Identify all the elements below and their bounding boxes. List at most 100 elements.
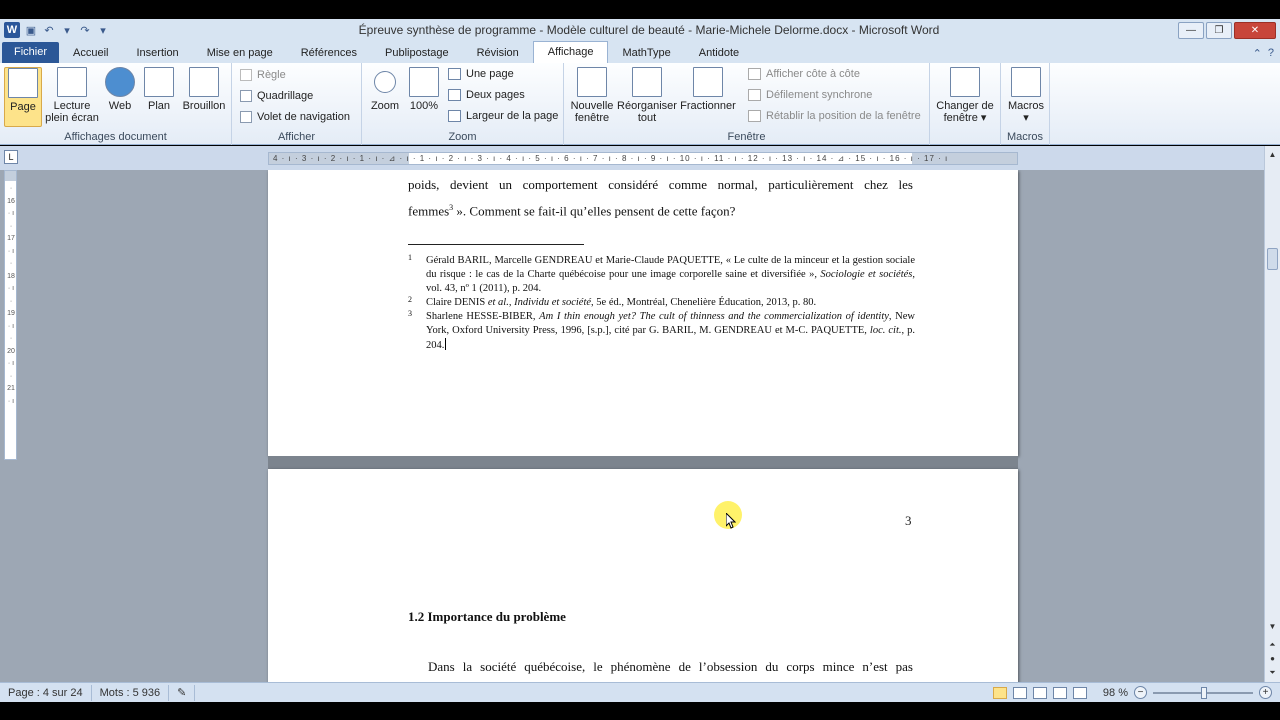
previous-page-icon[interactable]: ⏶ (1266, 638, 1279, 652)
undo-icon[interactable]: ↶ (42, 23, 56, 37)
document-area: · 16 · ı · 17 · ı · 18 · ı · 19 · ı · 20… (0, 170, 1264, 682)
gridlines-checkbox[interactable]: Quadrillage (240, 90, 313, 102)
text-cursor (445, 338, 447, 350)
group-label: Affichages document (64, 131, 167, 143)
next-page-icon[interactable]: ⏷ (1266, 666, 1279, 680)
ribbon-tabs: Fichier Accueil Insertion Mise en page R… (0, 41, 1280, 63)
ruler-marks: 4 · ı · 3 · ı · 2 · ı · 1 · ı · ⊿ · ı · … (273, 154, 949, 163)
section-heading: 1.2 Importance du problème (408, 609, 566, 624)
mouse-pointer-icon (726, 513, 736, 529)
page-view-button[interactable]: Page (4, 67, 42, 127)
full-screen-view-icon[interactable] (1012, 686, 1027, 699)
word-logo-icon[interactable]: W (4, 22, 20, 38)
print-layout-view-icon[interactable] (992, 686, 1007, 699)
new-window-button[interactable]: Nouvelle fenêtre (568, 67, 616, 124)
draft-view-button[interactable]: Brouillon (180, 67, 228, 112)
side-by-side-icon (748, 68, 761, 80)
footnote: 1 Gérald BARIL, Marcelle GENDREAU et Mar… (408, 253, 915, 294)
tab-mathtype[interactable]: MathType (608, 43, 684, 63)
scroll-thumb[interactable] (1267, 248, 1278, 270)
arrange-all-icon (632, 67, 662, 97)
minimize-ribbon-icon[interactable]: ⌃ (1253, 47, 1262, 60)
tab-insertion[interactable]: Insertion (122, 43, 192, 63)
reading-view-button[interactable]: Lecture plein écran (44, 67, 100, 124)
body-text-line: poids, devient un comportement considéré… (408, 177, 913, 192)
tab-revision[interactable]: Révision (463, 43, 533, 63)
side-by-side-button[interactable]: Afficher côte à côte (748, 68, 860, 80)
one-page-button[interactable]: Une page (448, 68, 514, 80)
tab-accueil[interactable]: Accueil (59, 43, 122, 63)
group-affichages-document: Page Lecture plein écran Web Plan Brouil… (0, 63, 232, 145)
outline-view-icon[interactable] (1052, 686, 1067, 699)
tab-mise-en-page[interactable]: Mise en page (193, 43, 287, 63)
zoom-slider-knob[interactable] (1201, 686, 1207, 699)
minimize-button[interactable]: — (1178, 21, 1204, 39)
page-width-icon (448, 110, 461, 122)
two-pages-button[interactable]: Deux pages (448, 89, 525, 101)
restore-button[interactable]: ❐ (1206, 21, 1232, 39)
reset-position-button[interactable]: Rétablir la position de la fenêtre (748, 110, 921, 122)
scroll-up-icon[interactable]: ▲ (1266, 148, 1279, 162)
group-macros: Macros ▾ Macros (1000, 63, 1050, 145)
dropdown-icon[interactable]: ▾ (60, 23, 74, 37)
outline-view-button[interactable]: Plan (143, 67, 175, 112)
zoom-level[interactable]: 98 % (1103, 687, 1128, 699)
navigation-pane-checkbox[interactable]: Volet de navigation (240, 111, 350, 123)
tab-references[interactable]: Références (287, 43, 371, 63)
group-label: Zoom (448, 131, 477, 143)
customize-qat-icon[interactable]: ▾ (96, 23, 110, 37)
one-page-icon (448, 68, 461, 80)
save-icon[interactable]: ▣ (24, 23, 38, 37)
page-100-icon (409, 67, 439, 97)
page-count[interactable]: Page : 4 sur 24 (0, 684, 92, 701)
document-page[interactable]: 3 1.2 Importance du problème Dans la soc… (268, 469, 1018, 682)
group-label: Fenêtre (727, 131, 766, 143)
split-button[interactable]: Fractionner (678, 67, 738, 112)
zoom-button[interactable]: Zoom (368, 67, 402, 112)
tab-antidote[interactable]: Antidote (685, 43, 753, 63)
checkbox-icon (240, 111, 252, 123)
help-icon[interactable]: ? (1268, 47, 1274, 59)
scroll-down-icon[interactable]: ▼ (1266, 620, 1279, 634)
outline-icon (144, 67, 174, 97)
ribbon: Page Lecture plein écran Web Plan Brouil… (0, 63, 1280, 145)
tab-fichier[interactable]: Fichier (2, 42, 60, 63)
page-width-button[interactable]: Largeur de la page (448, 110, 558, 122)
vertical-ruler[interactable]: · 16 · ı · 17 · ı · 18 · ı · 19 · ı · 20… (4, 170, 17, 460)
zoom-100-button[interactable]: 100% (406, 67, 442, 112)
proofing-icon[interactable]: ✎ (169, 684, 196, 701)
tab-affichage[interactable]: Affichage (532, 41, 609, 63)
switch-window-button[interactable]: Changer de fenêtre ▾ (932, 67, 998, 124)
book-icon (57, 67, 87, 97)
horizontal-ruler[interactable]: 4 · ı · 3 · ı · 2 · ı · 1 · ı · ⊿ · ı · … (268, 152, 1018, 165)
vertical-scrollbar[interactable]: ▲ ▼ ⏶ ● ⏷ (1264, 146, 1280, 682)
web-view-button[interactable]: Web (104, 67, 136, 112)
word-count[interactable]: Mots : 5 936 (92, 684, 170, 701)
body-text-line: Dans la société québécoise, le phénomène… (428, 659, 913, 674)
web-view-icon[interactable] (1032, 686, 1047, 699)
sync-scroll-button[interactable]: Défilement synchrone (748, 89, 872, 101)
tab-selector[interactable]: L (4, 150, 18, 164)
window-title: Épreuve synthèse de programme - Modèle c… (358, 23, 940, 37)
tab-publipostage[interactable]: Publipostage (371, 43, 463, 63)
zoom-slider[interactable] (1153, 686, 1253, 699)
checkbox-icon (240, 90, 252, 102)
switch-window-icon (950, 67, 980, 97)
arrange-all-button[interactable]: Réorganiser tout (616, 67, 678, 124)
ruler-checkbox[interactable]: Règle (240, 69, 286, 81)
group-afficher: Règle Quadrillage Volet de navigation Af… (232, 63, 362, 145)
footnote: 3 Sharlene HESSE-BIBER, Am I thin enough… (408, 309, 916, 351)
title-bar: W ▣ ↶ ▾ ↷ ▾ Épreuve synthèse de programm… (0, 19, 1280, 41)
macros-button[interactable]: Macros ▾ (1007, 67, 1045, 124)
globe-icon (105, 67, 135, 97)
draft-view-icon[interactable] (1072, 686, 1087, 699)
zoom-out-button[interactable]: − (1134, 686, 1147, 699)
zoom-in-button[interactable]: + (1259, 686, 1272, 699)
document-page[interactable]: poids, devient un comportement considéré… (268, 170, 1018, 456)
browse-object-icon[interactable]: ● (1266, 652, 1279, 666)
page-number: 3 (905, 513, 912, 528)
redo-icon[interactable]: ↷ (78, 23, 92, 37)
group-label: Macros (1006, 131, 1044, 143)
close-button[interactable]: ✕ (1234, 21, 1276, 39)
macros-icon (1011, 67, 1041, 97)
